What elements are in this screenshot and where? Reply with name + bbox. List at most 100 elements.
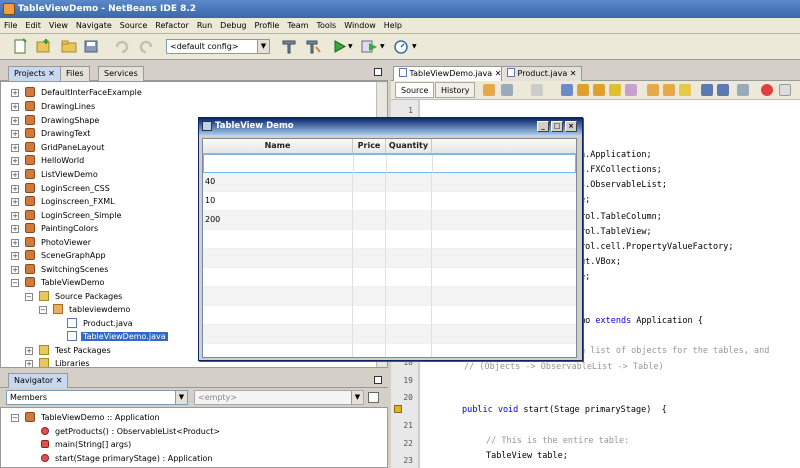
collapse-icon[interactable]: −	[11, 279, 19, 287]
tree-item[interactable]: + SceneGraphApp	[11, 249, 106, 262]
tab-tableviewdemo-java[interactable]: TableViewDemo.java ✕	[393, 66, 508, 81]
expand-icon[interactable]: +	[25, 360, 33, 367]
close-window-icon[interactable]: ×	[565, 121, 577, 132]
tree-item[interactable]: − tableviewdemo	[39, 303, 130, 316]
tree-item[interactable]: + PhotoViewer	[11, 236, 91, 249]
debug-dropdown-icon[interactable]: ▼	[380, 43, 385, 50]
new-project-icon[interactable]	[34, 38, 52, 55]
tree-item[interactable]: + DrawingShape	[11, 114, 99, 127]
tree-item[interactable]: + HelloWorld	[11, 154, 84, 167]
redo-icon[interactable]	[137, 38, 155, 55]
menu-file[interactable]: File	[0, 18, 21, 33]
stop-macro-icon[interactable]	[779, 84, 791, 96]
menu-window[interactable]: Window	[340, 18, 380, 33]
members-filter-select[interactable]: Members ▼	[6, 390, 188, 405]
shift-left-icon[interactable]	[701, 84, 713, 96]
nav-item-method[interactable]: start(Stage primaryStage) : Application	[31, 452, 212, 465]
start-macro-icon[interactable]	[761, 84, 773, 96]
nav-item-method[interactable]: getProducts() : ObservableList<Product>	[31, 425, 220, 438]
expand-icon[interactable]: +	[11, 225, 19, 233]
tree-item[interactable]: + SwitchingScenes	[11, 263, 108, 276]
menu-refactor[interactable]: Refactor	[151, 18, 193, 33]
column-header-name[interactable]: Name	[203, 139, 353, 154]
expand-icon[interactable]: +	[11, 252, 19, 260]
expand-icon[interactable]: +	[11, 239, 19, 247]
source-button[interactable]: Source	[395, 82, 435, 98]
expand-icon[interactable]: +	[11, 89, 19, 97]
tree-item[interactable]: + DefaultInterFaceExample	[11, 86, 142, 99]
tab-files[interactable]: Files	[60, 66, 90, 81]
expand-icon[interactable]: +	[11, 144, 19, 152]
nav-item-class[interactable]: − TableViewDemo :: Application	[11, 411, 160, 424]
tree-item[interactable]: + Test Packages	[25, 344, 111, 357]
comment-icon[interactable]	[737, 84, 749, 96]
minimize-window-icon[interactable]: _	[537, 121, 549, 132]
table-row[interactable]: 20	[203, 154, 576, 174]
collapse-icon[interactable]: −	[25, 293, 33, 301]
profile-icon[interactable]	[392, 38, 410, 55]
table-row[interactable]: 200	[203, 211, 576, 230]
navigator-empty-select[interactable]: <empty> ▼	[194, 390, 364, 405]
find-previous-icon[interactable]	[577, 84, 589, 96]
tab-navigator[interactable]: Navigator ✕	[8, 373, 69, 388]
tree-item[interactable]: Product.java	[53, 317, 133, 330]
tree-item[interactable]: − TableViewDemo	[11, 276, 104, 289]
prev-bookmark-icon[interactable]	[647, 84, 659, 96]
tree-item[interactable]: + LoginScreen_Simple	[11, 209, 121, 222]
save-all-icon[interactable]	[82, 38, 100, 55]
tree-item[interactable]: + Loginscreen_FXML	[11, 195, 115, 208]
maximize-window-icon[interactable]: □	[551, 121, 563, 132]
menu-tools[interactable]: Tools	[313, 18, 341, 33]
tree-item[interactable]: + GridPaneLayout	[11, 141, 104, 154]
tree-item[interactable]: + Libraries	[25, 357, 90, 367]
open-project-icon[interactable]	[60, 38, 78, 55]
expand-icon[interactable]: +	[11, 198, 19, 206]
column-header-price[interactable]: Price	[353, 139, 386, 154]
expand-icon[interactable]: +	[11, 171, 19, 179]
nav-item-method[interactable]: main(String[] args)	[31, 438, 131, 451]
shift-right-icon[interactable]	[717, 84, 729, 96]
close-icon[interactable]: ✕	[570, 69, 577, 78]
debug-icon[interactable]	[360, 38, 378, 55]
menu-navigate[interactable]: Navigate	[72, 18, 116, 33]
column-header-quantity[interactable]: Quantity	[386, 139, 432, 154]
build-icon[interactable]	[280, 38, 298, 55]
last-edit-icon[interactable]	[483, 84, 495, 96]
menu-profile[interactable]: Profile	[250, 18, 283, 33]
menu-help[interactable]: Help	[380, 18, 406, 33]
run-dropdown-icon[interactable]: ▼	[348, 43, 353, 50]
expand-icon[interactable]: +	[11, 212, 19, 220]
menu-view[interactable]: View	[45, 18, 72, 33]
tab-projects[interactable]: Projects ✕	[8, 66, 61, 81]
table-row[interactable]: 40	[203, 173, 576, 192]
expand-icon[interactable]: +	[11, 117, 19, 125]
undo-icon[interactable]	[113, 38, 131, 55]
expand-icon[interactable]: +	[11, 185, 19, 193]
navigator-options-icon[interactable]	[368, 392, 379, 403]
table-row[interactable]: 10	[203, 192, 576, 211]
run-icon[interactable]	[330, 38, 348, 55]
collapse-icon[interactable]: −	[11, 414, 19, 422]
clean-build-icon[interactable]	[304, 38, 322, 55]
tree-item[interactable]: + PaintingColors	[11, 222, 98, 235]
toggle-rect-select-icon[interactable]	[625, 84, 637, 96]
override-annotation-icon[interactable]	[394, 405, 402, 413]
expand-icon[interactable]: +	[11, 157, 19, 165]
close-icon[interactable]: ✕	[48, 69, 55, 78]
find-icon[interactable]	[561, 84, 573, 96]
tab-product-java[interactable]: Product.java ✕	[501, 66, 583, 81]
menu-debug[interactable]: Debug	[216, 18, 250, 33]
tree-item[interactable]: + ListViewDemo	[11, 168, 98, 181]
expand-icon[interactable]: +	[25, 347, 33, 355]
find-next-icon[interactable]	[593, 84, 605, 96]
tree-item[interactable]: − Source Packages	[25, 290, 122, 303]
collapse-icon[interactable]: −	[39, 306, 47, 314]
minimize-panel-icon[interactable]	[374, 376, 382, 384]
config-select[interactable]: <default config> ▼	[166, 39, 270, 54]
toggle-bookmark-icon[interactable]	[679, 84, 691, 96]
tab-services[interactable]: Services	[98, 66, 144, 81]
new-file-icon[interactable]	[12, 38, 30, 55]
menu-edit[interactable]: Edit	[21, 18, 45, 33]
dialog-title-bar[interactable]: TableView Demo _ □ ×	[199, 118, 582, 135]
menu-source[interactable]: Source	[116, 18, 151, 33]
